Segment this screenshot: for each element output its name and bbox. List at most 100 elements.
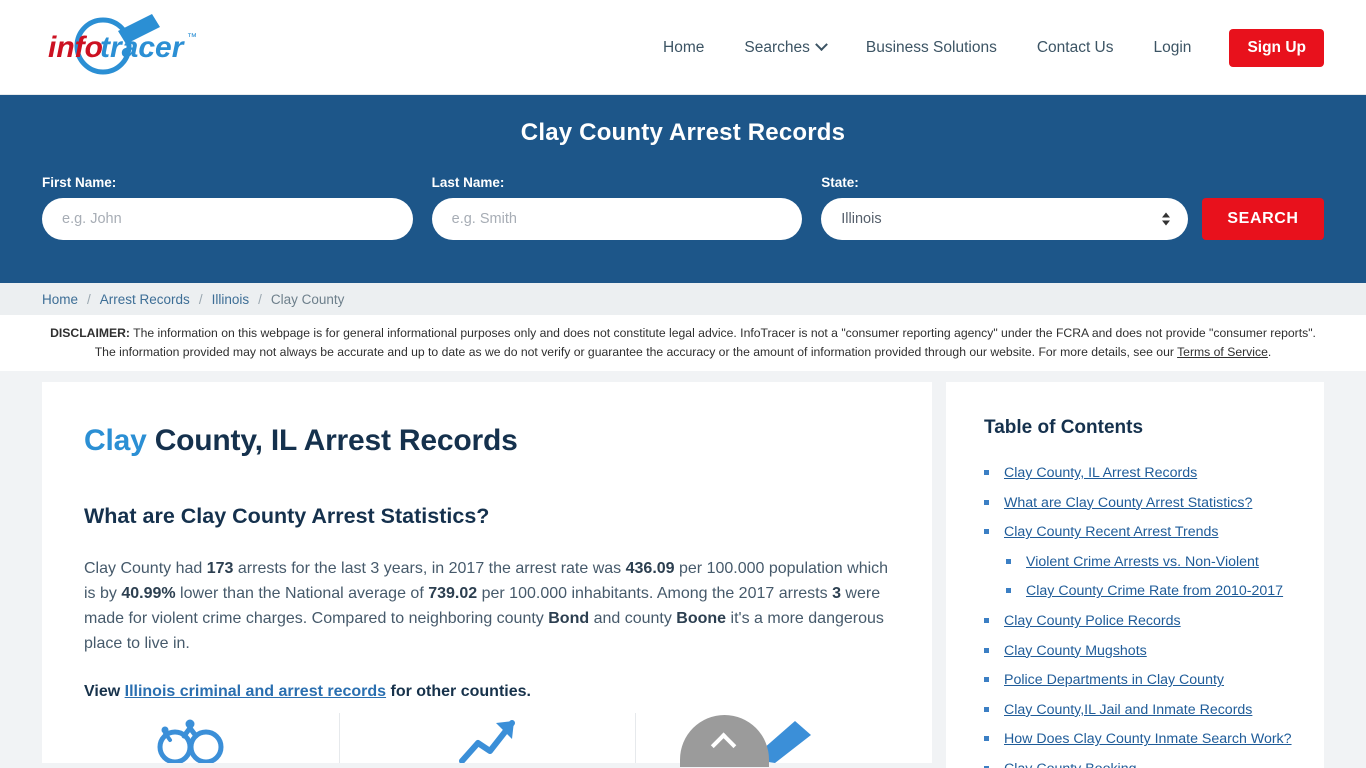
stat-percent-lower: 40.99% [121,585,176,603]
disclaimer-prefix: DISCLAIMER: [50,326,130,340]
toc-item: Clay County Police Records [984,611,1294,632]
state-field-group: State: [821,175,1188,240]
infotracer-logo[interactable]: info tracer ™ [40,8,220,78]
site-header: info tracer ™ Home Searches Business Sol… [0,0,1366,95]
toc-subitem: Clay County Crime Rate from 2010-2017 [984,581,1294,602]
toc-link-violent-vs-nonviolent[interactable]: Violent Crime Arrests vs. Non-Violent [1026,554,1259,570]
chevron-up-icon [710,732,736,759]
chevron-down-icon [814,38,828,52]
stat-national-average: 739.02 [428,585,478,603]
stat-arrest-rate: 436.09 [625,560,675,578]
nav-label: Searches [744,38,810,56]
hero-search-section: Clay County Arrest Records First Name: L… [0,95,1366,283]
last-name-label: Last Name: [431,175,505,190]
toc-item: Clay County,IL Jail and Inmate Records [984,700,1294,721]
nav-item-login[interactable]: Login [1134,39,1212,57]
main-navigation: Home Searches Business Solutions Contact… [643,0,1324,95]
toc-subitem: Violent Crime Arrests vs. Non-Violent [984,552,1294,573]
state-select-wrapper [821,198,1188,240]
first-name-label: First Name: [42,175,117,190]
illinois-records-link[interactable]: Illinois criminal and arrest records [125,683,386,700]
state-select[interactable] [821,198,1188,240]
toc-link-crime-rate-2010-2017[interactable]: Clay County Crime Rate from 2010-2017 [1026,583,1283,599]
p-text: and county [589,610,677,627]
article-title-accent: Clay [84,424,147,458]
main-content-card: Clay County, IL Arrest Records What are … [42,382,932,768]
feature-icon-strip [42,707,932,764]
first-name-input[interactable] [42,198,413,240]
toc-item: What are Clay County Arrest Statistics? [984,493,1294,514]
last-name-field-group: Last Name: [431,175,803,240]
table-of-contents-card: Table of Contents Clay County, IL Arrest… [946,382,1324,768]
search-form: First Name: Last Name: State: SEARCH [42,175,1324,240]
state-label: State: [821,175,859,190]
arrest-statistics-paragraph: Clay County had 173 arrests for the last… [84,557,890,657]
last-name-input[interactable] [431,198,803,240]
nav-item-home[interactable]: Home [643,39,724,57]
svg-text:info: info [48,31,103,64]
breadcrumb-separator: / [87,291,91,307]
search-button[interactable]: SEARCH [1202,198,1324,240]
toc-item: Police Departments in Clay County [984,670,1294,691]
breadcrumb-separator: / [198,291,203,307]
page-body: Clay County, IL Arrest Records What are … [0,371,1366,768]
stat-violent-arrests: 3 [832,585,841,603]
article-title: Clay County, IL Arrest Records [84,424,890,458]
p-text: Clay County had [84,560,207,578]
page-title: Clay County Arrest Records [520,119,846,146]
toc-link-jail-inmate-records[interactable]: Clay County,IL Jail and Inmate Records [1004,702,1252,718]
nav-label: Home [663,38,705,56]
view-other-counties-line: View Illinois criminal and arrest record… [84,683,890,701]
toc-link-recent-arrest-trends[interactable]: Clay County Recent Arrest Trends [1004,524,1218,540]
svg-text:™: ™ [187,32,197,43]
nav-item-searches[interactable]: Searches [724,38,845,57]
toc-link-police-records[interactable]: Clay County Police Records [1004,613,1181,629]
icon-cell-trend-arrow [338,707,636,764]
toc-link-arrest-statistics[interactable]: What are Clay County Arrest Statistics? [1004,495,1252,511]
terms-of-service-link[interactable]: Terms of Service [1177,345,1268,359]
neighbor-county-1: Bond [548,610,590,627]
p-text: arrests for the last 3 years, in 2017 th… [233,560,626,578]
toc-item: Clay County Recent Arrest Trends [984,522,1294,543]
toc-link-inmate-search-work[interactable]: How Does Clay County Inmate Search Work? [1004,731,1292,747]
toc-item: How Does Clay County Inmate Search Work? [984,729,1294,750]
nav-label: Contact Us [1036,38,1114,56]
toc-link-police-departments[interactable]: Police Departments in Clay County [1004,672,1224,688]
breadcrumb-item-arrest-records[interactable]: Arrest Records [100,292,190,307]
toc-item: Clay County Booking [984,759,1294,768]
sign-up-button[interactable]: Sign Up [1229,28,1324,67]
toc-link-arrest-records[interactable]: Clay County, IL Arrest Records [1004,465,1197,481]
first-name-field-group: First Name: [42,175,413,240]
toc-item: Clay County Mugshots [984,641,1294,662]
icon-cell-handcuffs [42,707,339,764]
disclaimer-text: The information on this webpage is for g… [94,326,1316,359]
breadcrumb-item-clay-county: Clay County [270,291,345,307]
article-title-rest: County, IL Arrest Records [146,424,518,458]
nav-item-contact-us[interactable]: Contact Us [1017,39,1134,57]
toc-link-booking[interactable]: Clay County Booking [1004,761,1137,768]
breadcrumb-separator: / [258,291,262,307]
breadcrumb-item-home[interactable]: Home [42,292,78,307]
disclaimer-suffix: . [1267,344,1272,359]
p-text: lower than the National average of [175,585,429,603]
svg-text:tracer: tracer [100,31,186,64]
view-prefix: View [84,682,125,700]
handcuffs-icon [157,719,224,764]
stat-total-arrests: 173 [206,560,234,578]
view-suffix: for other counties. [386,682,531,700]
neighbor-county-2: Boone [676,610,727,627]
nav-label: Login [1153,38,1192,56]
nav-item-business-solutions[interactable]: Business Solutions [846,39,1017,57]
section-heading-arrest-statistics: What are Clay County Arrest Statistics? [84,504,490,529]
nav-label: Business Solutions [865,38,997,56]
toc-link-mugshots[interactable]: Clay County Mugshots [1004,643,1147,659]
breadcrumb-item-illinois[interactable]: Illinois [212,292,250,307]
toc-list: Clay County, IL Arrest Records What are … [984,463,1294,768]
breadcrumb: Home / Arrest Records / Illinois / Clay … [0,283,1366,315]
trend-arrow-icon [459,720,515,764]
p-text: per 100.000 inhabitants. Among the 2017 … [477,585,833,603]
disclaimer-banner: DISCLAIMER: The information on this webp… [0,315,1366,372]
logo-svg: info tracer ™ [48,14,197,75]
toc-item: Clay County, IL Arrest Records [984,463,1294,484]
toc-title: Table of Contents [984,417,1144,439]
